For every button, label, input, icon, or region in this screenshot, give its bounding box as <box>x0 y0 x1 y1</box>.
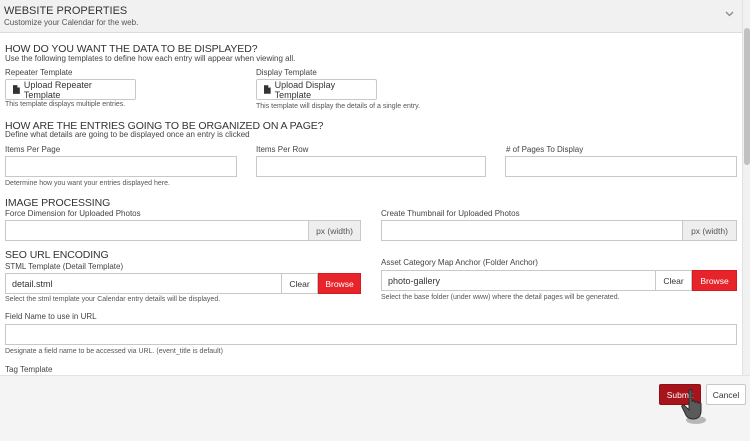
force-dimension-input[interactable] <box>5 220 309 241</box>
field-name-label: Field Name to use in URL <box>5 312 97 321</box>
image-section-title: IMAGE PROCESSING <box>5 197 111 209</box>
thumbnail-label: Create Thumbnail for Uploaded Photos <box>381 209 520 218</box>
field-name-help: Designate a field name to be accessed vi… <box>5 348 223 355</box>
stml-template-help: Select the stml template your Calendar e… <box>5 296 221 303</box>
asset-browse-button[interactable]: Browse <box>692 270 737 291</box>
pages-to-display-label: # of Pages To Display <box>506 145 584 154</box>
panel-subtitle: Customize your Calendar for the web. <box>4 18 139 27</box>
asset-clear-button[interactable]: Clear <box>656 270 692 291</box>
stml-template-input[interactable]: detail.stml <box>5 273 282 294</box>
items-per-page-label: Items Per Page <box>5 145 61 154</box>
asset-anchor-label: Asset Category Map Anchor (Folder Anchor… <box>381 258 538 267</box>
cancel-button[interactable]: Cancel <box>706 384 746 405</box>
force-dimension-label: Force Dimension for Uploaded Photos <box>5 209 141 218</box>
items-per-row-label: Items Per Row <box>256 145 309 154</box>
upload-repeater-template-button[interactable]: Upload Repeater Template <box>5 79 136 100</box>
display-section-subtitle: Use the following templates to define ho… <box>5 54 296 63</box>
organize-help: Determine how you want your entries disp… <box>5 180 170 187</box>
upload-display-template-button[interactable]: Upload Display Template <box>256 79 377 100</box>
display-template-help: This template will display the details o… <box>256 103 421 110</box>
asset-anchor-input[interactable]: photo-gallery <box>381 270 656 291</box>
stml-template-label: STML Template (Detail Template) <box>5 262 124 271</box>
hand-cursor-icon <box>681 389 706 424</box>
panel-header[interactable]: WEBSITE PROPERTIES Customize your Calend… <box>0 0 742 33</box>
stml-clear-button[interactable]: Clear <box>282 273 318 294</box>
seo-section-title: SEO URL ENCODING <box>5 249 109 261</box>
chevron-down-icon[interactable] <box>725 9 734 19</box>
asset-anchor-help: Select the base folder (under www) where… <box>381 294 620 301</box>
items-per-page-input[interactable] <box>5 156 237 177</box>
force-dimension-unit: px (width) <box>309 220 361 241</box>
tag-template-label: Tag Template <box>5 365 53 374</box>
document-icon <box>13 85 20 94</box>
panel-title: WEBSITE PROPERTIES <box>4 5 128 17</box>
scrollbar-thumb[interactable] <box>744 28 750 165</box>
items-per-row-input[interactable] <box>256 156 486 177</box>
thumbnail-unit: px (width) <box>683 220 737 241</box>
modal-footer: Submit Cancel <box>0 375 750 441</box>
repeater-template-help: This template displays multiple entries. <box>5 101 126 108</box>
pages-to-display-input[interactable] <box>505 156 737 177</box>
upload-repeater-template-label: Upload Repeater Template <box>23 79 92 100</box>
stml-browse-button[interactable]: Browse <box>318 273 361 294</box>
repeater-template-label: Repeater Template <box>5 68 73 77</box>
organize-section-subtitle: Define what details are going to be disp… <box>5 130 250 139</box>
thumbnail-input[interactable] <box>381 220 683 241</box>
display-template-label: Display Template <box>256 68 317 77</box>
field-name-input[interactable] <box>5 324 737 345</box>
vertical-scrollbar[interactable] <box>742 0 750 375</box>
panel-content: HOW DO YOU WANT THE DATA TO BE DISPLAYED… <box>0 34 742 375</box>
document-icon <box>264 85 271 94</box>
upload-display-template-label: Upload Display Template <box>274 79 336 100</box>
